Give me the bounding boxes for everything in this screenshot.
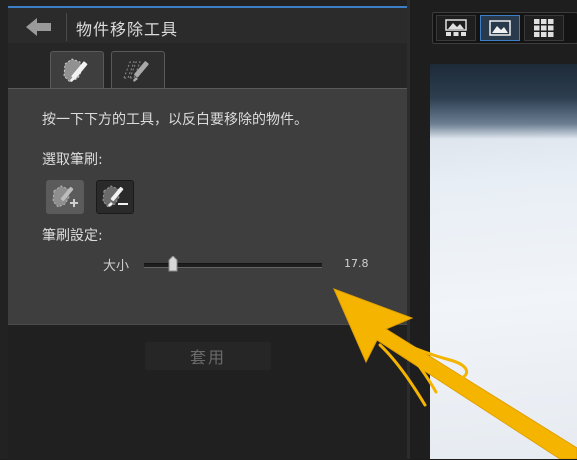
instruction-text: 按一下下方的工具，以反白要移除的物件。: [42, 112, 308, 128]
photo-preview[interactable]: [430, 64, 577, 459]
view-mode-button-grid[interactable]: [436, 15, 476, 41]
header-divider: [66, 13, 67, 41]
select-brush-label: 選取筆刷:: [42, 152, 103, 168]
size-value: 17.8: [344, 257, 369, 270]
page-title: 物件移除工具: [76, 20, 179, 39]
size-label: 大小: [103, 259, 130, 274]
object-brush-icon: [63, 58, 88, 83]
single-image-icon: [489, 20, 511, 36]
apply-area: 套用: [8, 324, 407, 460]
brush-settings-label: 筆刷設定:: [42, 228, 103, 244]
thumbnail-grid-icon: [534, 19, 554, 37]
back-arrow-icon: [26, 18, 51, 36]
add-brush-button[interactable]: [46, 180, 84, 214]
back-button[interactable]: [20, 14, 58, 40]
brush-add-icon: [52, 185, 78, 208]
slider-thumb[interactable]: [168, 256, 178, 272]
brush-settings-panel: 按一下下方的工具，以反白要移除的物件。 選取筆刷: 筆刷設定: 大小 17.8: [8, 88, 407, 324]
size-slider[interactable]: [144, 256, 322, 274]
remove-brush-button[interactable]: [96, 180, 134, 214]
image-grid-icon: [445, 19, 467, 36]
view-mode-button-thumbnails[interactable]: [524, 15, 564, 41]
tab-object-brush[interactable]: [50, 51, 104, 90]
apply-button[interactable]: 套用: [145, 342, 271, 370]
tool-tab-strip: [8, 43, 407, 90]
object-removal-panel: 物件移除工具 按一下下方的工具，以反白要移除的物件。 選取筆刷: 筆刷設定: 大…: [0, 0, 410, 460]
brush-remove-icon: [102, 185, 128, 208]
panel-header: 物件移除工具: [8, 6, 407, 43]
photo-view-area: [410, 0, 577, 459]
view-mode-toolbar: [432, 12, 577, 44]
photo-dark-region: [430, 64, 577, 139]
tab-eraser-brush[interactable]: [111, 51, 165, 89]
view-mode-button-single[interactable]: [480, 15, 520, 41]
eraser-brush-icon: [123, 60, 149, 82]
